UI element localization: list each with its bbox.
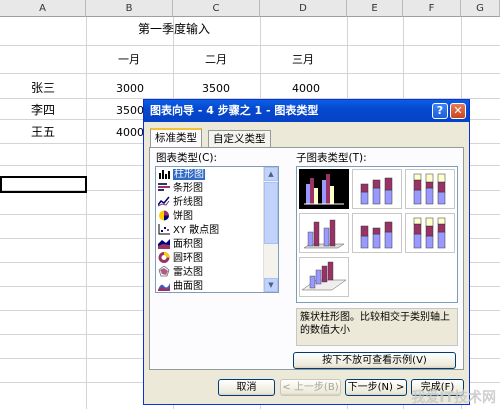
chart-type-label: 图表类型(C): bbox=[156, 152, 218, 164]
help-button[interactable]: ? bbox=[432, 103, 448, 119]
list-item-column[interactable]: 柱形图 bbox=[158, 168, 266, 182]
cell-month-feb[interactable]: 二月 bbox=[205, 53, 227, 67]
list-item-area[interactable]: 面积图 bbox=[158, 238, 266, 252]
next-button[interactable]: 下一步(N) > bbox=[345, 379, 407, 396]
scroll-up-button[interactable]: ▲ bbox=[264, 167, 278, 181]
column-header-D[interactable]: D bbox=[260, 0, 347, 17]
subtype-label: 子图表类型(T): bbox=[296, 152, 367, 164]
back-button[interactable]: < 上一步(B) bbox=[280, 379, 341, 396]
line-chart-icon bbox=[158, 196, 170, 207]
cell-value[interactable]: 4000 bbox=[292, 82, 320, 96]
area-chart-icon bbox=[158, 239, 170, 249]
subtype-100-stacked-column[interactable] bbox=[405, 169, 455, 209]
column-header-E[interactable]: E bbox=[347, 0, 403, 17]
subtype-clustered-column[interactable] bbox=[299, 169, 349, 209]
cell-value[interactable]: 3500 bbox=[116, 104, 144, 118]
column-header-B[interactable]: B bbox=[86, 0, 173, 17]
tab-standard-types[interactable]: 标准类型 bbox=[150, 128, 202, 148]
list-item-surface[interactable]: 曲面图 bbox=[158, 280, 266, 292]
watermark: 我爱IT技术网 bbox=[411, 390, 496, 406]
clustered-column-thumbnail bbox=[304, 174, 344, 205]
list-item-radar[interactable]: 雷达图 bbox=[158, 266, 266, 280]
column-header-G[interactable]: G bbox=[461, 0, 500, 17]
3d-clustered-column-thumbnail bbox=[303, 219, 345, 249]
cell-name-2[interactable]: 李四 bbox=[31, 103, 55, 117]
subtype-stacked-column[interactable] bbox=[352, 169, 402, 209]
pie-chart-icon bbox=[159, 210, 169, 221]
subtype-description: 簇状柱形图。比较相交于类别轴上的数值大小 bbox=[296, 308, 458, 346]
preview-sample-button[interactable]: 按下不放可查看示例(V) bbox=[293, 352, 456, 369]
cell-value[interactable]: 3500 bbox=[202, 82, 230, 96]
scroll-thumb[interactable] bbox=[264, 182, 278, 244]
3d-column-thumbnail bbox=[301, 261, 347, 291]
cell-month-jan[interactable]: 一月 bbox=[118, 53, 140, 67]
column-chart-icon bbox=[159, 170, 170, 179]
cell-value[interactable]: 3000 bbox=[116, 82, 144, 96]
3d-stacked-column-thumbnail bbox=[360, 221, 393, 249]
list-scrollbar[interactable]: ▲ ▼ bbox=[263, 167, 278, 292]
subtype-3d-clustered-column[interactable] bbox=[299, 213, 349, 253]
active-cell[interactable] bbox=[0, 176, 87, 193]
subtype-gallery[interactable] bbox=[296, 166, 458, 303]
tab-custom-types[interactable]: 自定义类型 bbox=[208, 130, 271, 147]
column-header-A[interactable]: A bbox=[0, 0, 86, 17]
close-button[interactable]: ✕ bbox=[450, 103, 466, 119]
cell-name-1[interactable]: 张三 bbox=[31, 81, 55, 95]
stacked-column-thumbnail bbox=[360, 177, 393, 205]
cell-month-mar[interactable]: 三月 bbox=[292, 53, 314, 67]
list-item-line[interactable]: 折线图 bbox=[158, 196, 266, 210]
cell-name-3[interactable]: 王五 bbox=[31, 125, 55, 139]
column-header-F[interactable]: F bbox=[403, 0, 461, 17]
subtype-3d-stacked-column[interactable] bbox=[352, 213, 402, 253]
chart-type-list[interactable]: 柱形图 条形图 折线图 饼图 XY 散点图 面积图 圆环图 雷达图 曲面图 ▲ … bbox=[155, 166, 279, 293]
subtype-3d-100-stacked-column[interactable] bbox=[405, 213, 455, 253]
3d-percent-stacked-column-thumbnail bbox=[413, 217, 446, 249]
cell-title[interactable]: 第一季度输入 bbox=[138, 22, 210, 36]
bar-chart-icon bbox=[158, 183, 170, 191]
column-header-C[interactable]: C bbox=[173, 0, 260, 17]
list-item-scatter[interactable]: XY 散点图 bbox=[158, 224, 266, 238]
scroll-down-button[interactable]: ▼ bbox=[264, 278, 278, 292]
dialog-title: 图表向导 - 4 步骤之 1 - 图表类型 bbox=[150, 104, 319, 117]
cell-value[interactable]: 4000 bbox=[116, 126, 144, 140]
list-item-pie[interactable]: 饼图 bbox=[158, 210, 266, 224]
percent-stacked-column-thumbnail bbox=[413, 173, 446, 205]
list-item-bar[interactable]: 条形图 bbox=[158, 182, 266, 196]
subtype-3d-column[interactable] bbox=[299, 257, 349, 297]
radar-chart-icon bbox=[158, 266, 170, 277]
doughnut-chart-icon bbox=[158, 252, 170, 263]
surface-chart-icon bbox=[158, 283, 170, 291]
dialog-title-bar[interactable]: 图表向导 - 4 步骤之 1 - 图表类型 ? ✕ bbox=[144, 100, 469, 122]
chart-wizard-dialog: 图表向导 - 4 步骤之 1 - 图表类型 ? ✕ 标准类型 自定义类型 图表类… bbox=[143, 99, 470, 405]
scatter-chart-icon bbox=[158, 224, 170, 235]
cancel-button[interactable]: 取消 bbox=[218, 379, 275, 396]
list-item-doughnut[interactable]: 圆环图 bbox=[158, 252, 266, 266]
